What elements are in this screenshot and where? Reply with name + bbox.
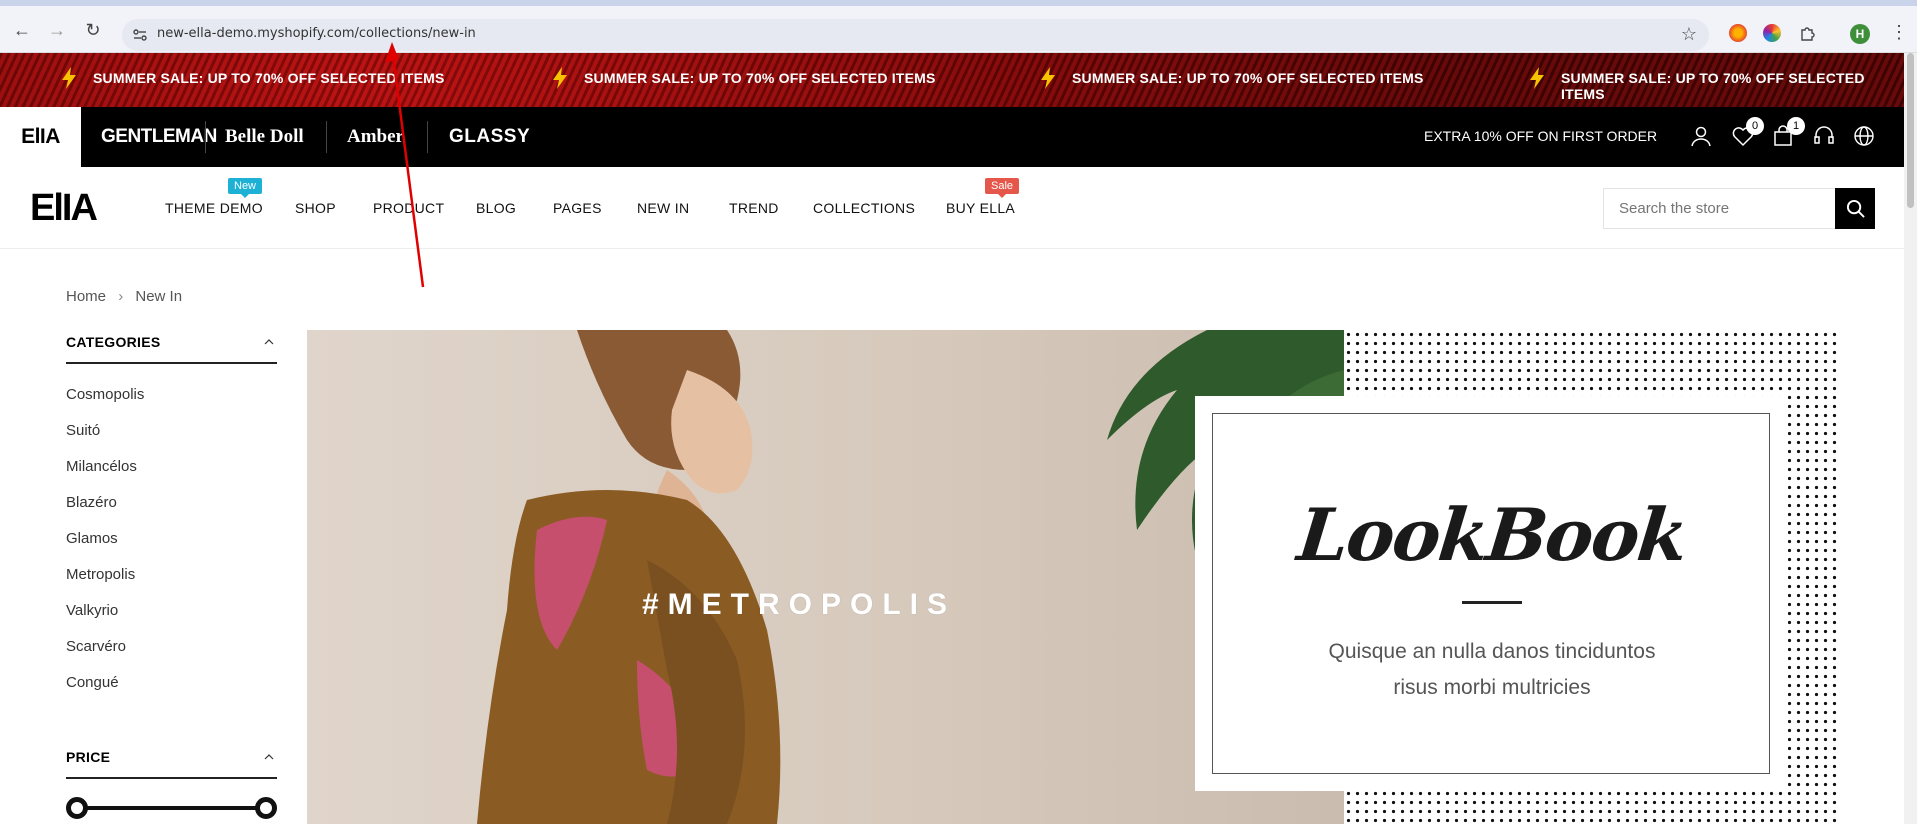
new-badge: New	[228, 178, 263, 198]
address-bar[interactable]: new-ella-demo.myshopify.com/collections/…	[122, 19, 1709, 51]
extension-fire-icon[interactable]	[1729, 24, 1747, 42]
price-heading[interactable]: PRICE	[66, 749, 110, 765]
category-link[interactable]: Scarvéro	[66, 638, 126, 655]
lookbook-line: risus morbi multricies	[1393, 676, 1591, 699]
nav-shop[interactable]: SHOP	[295, 200, 336, 216]
store-switcher-bar: ElIA GENTLEMAN Belle Doll Amber GLASSY E…	[0, 107, 1904, 167]
nav-new-in[interactable]: NEW IN	[637, 200, 689, 216]
store-tab-gentleman[interactable]: GENTLEMAN	[101, 126, 217, 148]
nav-trend[interactable]: TREND	[729, 200, 779, 216]
first-order-promo: EXTRA 10% OFF ON FIRST ORDER	[1424, 128, 1658, 144]
category-link[interactable]: Cosmopolis	[66, 386, 144, 403]
announcement-bar: SUMMER SALE: UP TO 70% OFF SELECTED ITEM…	[0, 53, 1904, 107]
cart-count-badge: 1	[1787, 117, 1805, 135]
profile-avatar[interactable]: H	[1850, 24, 1870, 44]
nav-buy-ella[interactable]: BUY ELLA	[946, 200, 1015, 216]
divider	[326, 121, 327, 153]
reload-icon[interactable]: ↻	[83, 20, 103, 40]
lightning-icon	[553, 67, 567, 89]
category-link[interactable]: Suitó	[66, 422, 100, 439]
support-headset-icon[interactable]	[1812, 124, 1836, 148]
store-search	[1603, 188, 1875, 229]
model-illustration	[477, 330, 1344, 824]
account-icon[interactable]	[1689, 124, 1713, 148]
annotation-arrow	[385, 42, 425, 288]
site-settings-icon[interactable]	[132, 27, 148, 43]
url-text[interactable]: new-ella-demo.myshopify.com/collections/…	[157, 26, 476, 41]
price-max-handle[interactable]	[255, 797, 277, 819]
store-tab-belle-doll[interactable]: Belle Doll	[225, 126, 304, 148]
wishlist-count-badge: 0	[1746, 117, 1764, 135]
chevron-right-icon: ›	[118, 288, 124, 305]
browser-toolbar: ← → ↻ new-ella-demo.myshopify.com/collec…	[0, 6, 1917, 53]
extensions-puzzle-icon[interactable]	[1799, 24, 1817, 42]
lookbook-frame: LookBook Quisque an nulla danos tincidun…	[1212, 413, 1770, 774]
announcement-message[interactable]: SUMMER SALE: UP TO 70% OFF SELECTED ITEM…	[1561, 70, 1904, 102]
page-scrollbar[interactable]	[1904, 53, 1917, 824]
browser-menu-icon[interactable]: ⋮	[1890, 22, 1908, 43]
search-icon	[1846, 199, 1865, 218]
banner-photo: #METROPOLIS	[307, 330, 1344, 824]
language-globe-icon[interactable]	[1852, 124, 1876, 148]
chevron-up-icon[interactable]	[264, 752, 274, 762]
category-link[interactable]: Blazéro	[66, 494, 117, 511]
lookbook-subtitle: Quisque an nulla danos tinciduntos risus…	[1213, 634, 1771, 706]
browser-chrome: ← → ↻ new-ella-demo.myshopify.com/collec…	[0, 0, 1917, 53]
lookbook-line: Quisque an nulla danos tinciduntos	[1328, 640, 1656, 663]
sale-badge: Sale	[985, 178, 1020, 198]
price-min-handle[interactable]	[66, 797, 88, 819]
category-link[interactable]: Glamos	[66, 530, 118, 547]
divider	[66, 777, 277, 779]
lookbook-title: LookBook	[1293, 492, 1691, 577]
site-header: ElIA New THEME DEMO SHOP PRODUCT BLOG PA…	[0, 167, 1904, 249]
nav-blog[interactable]: BLOG	[476, 200, 516, 216]
category-link[interactable]: Metropolis	[66, 566, 135, 583]
nav-theme-demo[interactable]: THEME DEMO	[165, 200, 263, 216]
nav-pages[interactable]: PAGES	[553, 200, 602, 216]
lightning-icon	[62, 67, 76, 89]
store-tab-ella[interactable]: ElIA	[0, 107, 81, 167]
breadcrumb-current: New In	[135, 288, 183, 305]
price-range-track	[75, 806, 270, 810]
extension-color-icon[interactable]	[1763, 24, 1781, 42]
site-logo[interactable]: ElIA	[30, 187, 98, 230]
bookmark-star-icon[interactable]: ☆	[1681, 24, 1697, 45]
breadcrumb-home[interactable]: Home	[66, 288, 106, 305]
lightning-icon	[1041, 67, 1055, 89]
categories-heading[interactable]: CATEGORIES	[66, 334, 161, 350]
category-link[interactable]: Congué	[66, 674, 119, 691]
divider	[66, 362, 277, 364]
category-link[interactable]: Valkyrio	[66, 602, 118, 619]
nav-collections[interactable]: COLLECTIONS	[813, 200, 915, 216]
store-tab-glassy[interactable]: GLASSY	[449, 126, 530, 148]
search-input[interactable]	[1604, 189, 1832, 228]
collection-banner[interactable]: #METROPOLIS LookBook Quisque an nulla da…	[307, 330, 1838, 824]
scrollbar-thumb[interactable]	[1907, 53, 1914, 208]
divider	[1462, 601, 1522, 604]
category-link[interactable]: Milancélos	[66, 458, 137, 475]
chevron-up-icon[interactable]	[264, 337, 274, 347]
banner-hashtag: #METROPOLIS	[642, 588, 957, 621]
lightning-icon	[1530, 67, 1544, 89]
breadcrumb: Home › New In	[66, 288, 182, 305]
divider	[205, 121, 206, 153]
announcement-message[interactable]: SUMMER SALE: UP TO 70% OFF SELECTED ITEM…	[584, 70, 936, 86]
forward-icon[interactable]: →	[47, 20, 67, 40]
back-icon[interactable]: ←	[12, 20, 32, 40]
lookbook-card: LookBook Quisque an nulla danos tincidun…	[1195, 396, 1788, 791]
search-button[interactable]	[1835, 188, 1875, 229]
announcement-message[interactable]: SUMMER SALE: UP TO 70% OFF SELECTED ITEM…	[1072, 70, 1424, 86]
